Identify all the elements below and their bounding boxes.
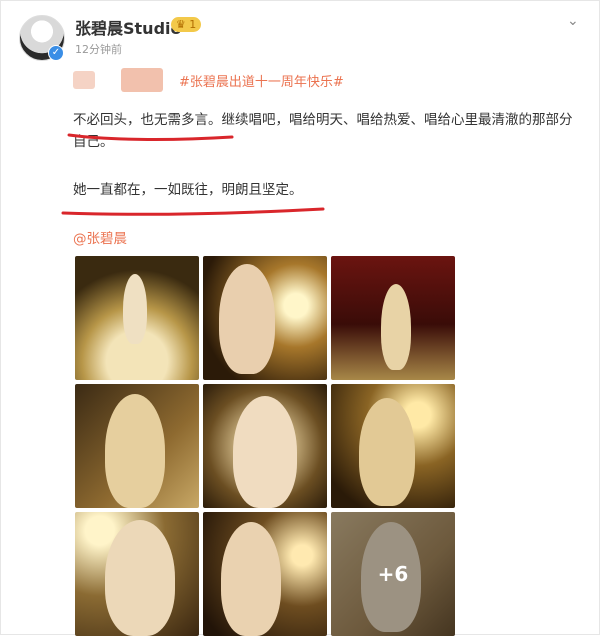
post-time: 12分钟前 bbox=[75, 43, 122, 56]
photo-5[interactable] bbox=[203, 384, 327, 508]
blurred-emoji bbox=[121, 68, 163, 92]
mention-link[interactable]: @张碧晨 bbox=[73, 227, 127, 247]
vip-badge-level: 1 bbox=[189, 18, 197, 31]
photo-2[interactable] bbox=[203, 256, 327, 380]
photo-6[interactable] bbox=[331, 384, 455, 508]
vip-badge-icon[interactable]: ♛ 1 bbox=[171, 17, 201, 32]
weibo-post: ✓ 张碧晨Studio ♛ 1 12分钟前 ⌄ #张碧晨出道十一周年快乐# 不必… bbox=[0, 0, 600, 636]
hashtag-link[interactable]: #张碧晨出道十一周年快乐# bbox=[179, 71, 344, 90]
username[interactable]: 张碧晨Studio bbox=[75, 15, 182, 39]
photo-4[interactable] bbox=[75, 384, 199, 508]
photo-8[interactable] bbox=[203, 512, 327, 636]
photo-7[interactable] bbox=[75, 512, 199, 636]
blurred-emoji bbox=[73, 71, 95, 89]
post-text-paragraph-2: 她一直都在，一如既往，明朗且坚定。 bbox=[73, 182, 303, 198]
photo-3[interactable] bbox=[331, 256, 455, 380]
red-underline-1 bbox=[67, 133, 234, 141]
more-photos-overlay[interactable]: +6 bbox=[331, 512, 455, 636]
photo-1[interactable] bbox=[75, 256, 199, 380]
red-underline-2 bbox=[61, 207, 325, 216]
photo-9[interactable]: +6 bbox=[331, 512, 455, 636]
chevron-down-icon[interactable]: ⌄ bbox=[567, 13, 579, 29]
verified-badge-icon: ✓ bbox=[48, 45, 64, 61]
